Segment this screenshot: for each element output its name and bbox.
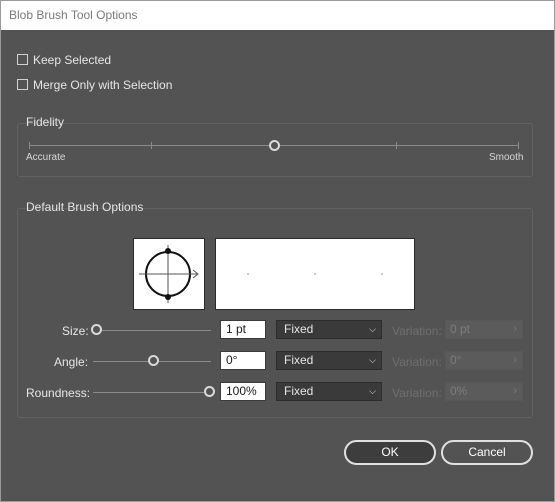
size-variation-value: 0 pt xyxy=(450,322,471,336)
brush-shape-icon xyxy=(139,245,199,303)
fidelity-tick xyxy=(396,142,397,149)
size-label: Size: xyxy=(62,324,89,338)
fidelity-tick xyxy=(29,142,30,149)
roundness-variation-value: 0% xyxy=(450,384,468,398)
chevron-right-icon: › xyxy=(513,323,517,335)
fidelity-tick xyxy=(518,142,519,149)
size-input[interactable]: 1 pt xyxy=(220,320,266,339)
chevron-down-icon: ⌵ xyxy=(369,386,376,396)
size-variation-label: Variation: xyxy=(392,324,442,338)
fidelity-left-label: Accurate xyxy=(26,152,66,163)
brush-shape-preview[interactable] xyxy=(133,238,205,310)
size-variation-input: 0 pt › xyxy=(445,320,523,339)
keep-selected-checkbox[interactable] xyxy=(17,54,28,65)
window-title: Blob Brush Tool Options xyxy=(9,8,138,22)
roundness-variation-label: Variation: xyxy=(392,386,442,400)
angle-slider-thumb[interactable] xyxy=(148,355,159,366)
angle-label: Angle: xyxy=(54,355,89,369)
angle-input[interactable]: 0° xyxy=(220,351,266,370)
fidelity-slider-thumb[interactable] xyxy=(269,140,280,151)
roundness-input[interactable]: 100% xyxy=(220,382,266,401)
fidelity-tick xyxy=(151,142,152,149)
angle-variation-label: Variation: xyxy=(392,355,442,369)
size-mode-dropdown[interactable]: Fixed ⌵ xyxy=(276,320,382,339)
ok-button[interactable]: OK xyxy=(344,440,436,465)
merge-only-label: Merge Only with Selection xyxy=(33,78,173,92)
title-bar: Blob Brush Tool Options xyxy=(1,1,554,30)
size-mode-value: Fixed xyxy=(284,322,314,336)
chevron-down-icon: ⌵ xyxy=(369,355,376,365)
chevron-right-icon: › xyxy=(513,385,517,397)
roundness-slider-track[interactable] xyxy=(93,392,211,393)
brush-stroke-preview xyxy=(215,238,415,310)
merge-only-checkbox[interactable] xyxy=(17,79,28,90)
chevron-right-icon: › xyxy=(513,354,517,366)
chevron-down-icon: ⌵ xyxy=(369,324,376,334)
brush-options-title: Default Brush Options xyxy=(26,200,144,214)
angle-mode-dropdown[interactable]: Fixed ⌵ xyxy=(276,351,382,370)
roundness-variation-input: 0% › xyxy=(445,382,523,401)
dialog-content: Keep Selected Merge Only with Selection … xyxy=(1,30,554,501)
angle-variation-value: 0° xyxy=(450,353,462,367)
fidelity-title: Fidelity xyxy=(26,115,65,129)
size-slider-track[interactable] xyxy=(93,330,211,331)
dialog-window: Blob Brush Tool Options Keep Selected Me… xyxy=(0,0,555,502)
fidelity-right-label: Smooth xyxy=(489,152,524,163)
angle-mode-value: Fixed xyxy=(284,353,314,367)
roundness-mode-dropdown[interactable]: Fixed ⌵ xyxy=(276,382,382,401)
cancel-button[interactable]: Cancel xyxy=(441,440,533,465)
roundness-label: Roundness: xyxy=(26,386,91,400)
size-slider-thumb[interactable] xyxy=(91,324,102,335)
angle-variation-input: 0° › xyxy=(445,351,523,370)
keep-selected-label: Keep Selected xyxy=(33,53,112,67)
brush-stroke-dots xyxy=(247,273,383,275)
roundness-slider-thumb[interactable] xyxy=(204,386,215,397)
roundness-mode-value: Fixed xyxy=(284,384,314,398)
